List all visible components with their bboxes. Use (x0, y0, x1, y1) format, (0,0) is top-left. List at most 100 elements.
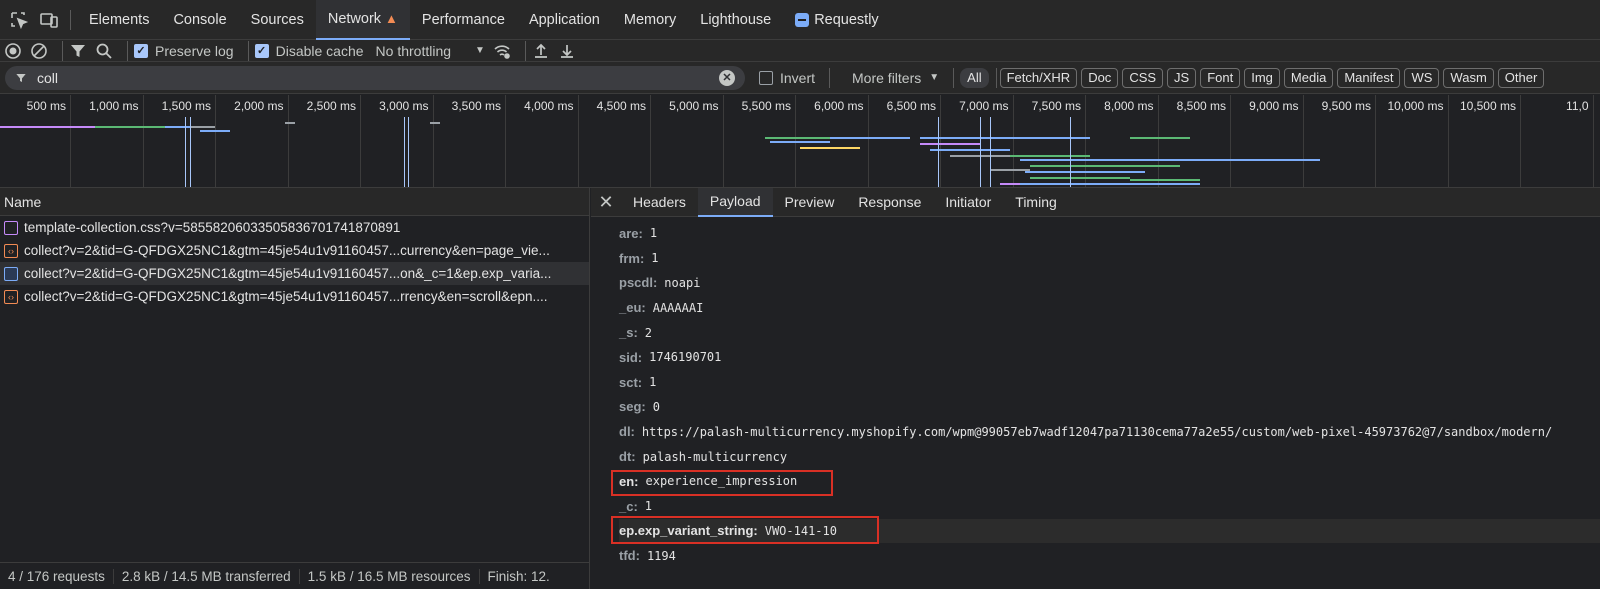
filter-input[interactable]: coll ✕ (5, 65, 745, 90)
timeline-label: 10,000 ms (1387, 99, 1444, 113)
tab-preview[interactable]: Preview (773, 188, 847, 217)
tab-headers[interactable]: Headers (621, 188, 698, 217)
filter-icon (16, 73, 26, 82)
timeline-label: 4,500 ms (596, 99, 646, 113)
payload-row: tfd: 1194 (619, 543, 1600, 568)
request-name: collect?v=2&tid=G-QFDGX25NC1&gtm=45je54u… (24, 266, 552, 281)
tab-console[interactable]: Console (161, 0, 238, 40)
filter-chip-all[interactable]: All (960, 67, 989, 88)
payload-row: are: 1 (619, 221, 1600, 246)
tab-elements[interactable]: Elements (77, 0, 161, 40)
invert-checkbox[interactable]: Invert (759, 70, 815, 86)
clear-filter-icon[interactable]: ✕ (719, 69, 735, 86)
tab-payload[interactable]: Payload (697, 187, 773, 217)
tab-timing[interactable]: Timing (1003, 188, 1069, 217)
divider (524, 40, 526, 61)
name-column-header[interactable]: Name (0, 188, 589, 216)
import-har-icon[interactable] (532, 42, 550, 60)
payload-value: 1 (644, 499, 653, 514)
divider (127, 40, 128, 61)
waterfall-bar (1020, 159, 1320, 161)
waterfall-bar (95, 126, 165, 128)
waterfall-bar (190, 126, 215, 128)
disable-cache-checkbox[interactable]: ✓ Disable cache (254, 42, 364, 59)
timeline-label: 500 ms (26, 99, 66, 113)
stylesheet-icon (4, 220, 18, 235)
tab-memory[interactable]: Memory (612, 0, 688, 40)
filter-chip-js[interactable]: JS (1167, 67, 1197, 88)
tab-response[interactable]: Response (846, 188, 933, 217)
filter-chip-media[interactable]: Media (1283, 67, 1334, 88)
request-row[interactable]: ‹› collect?v=2&tid=G-QFDGX25NC1&gtm=45je5… (0, 285, 589, 308)
search-icon[interactable] (95, 42, 113, 60)
request-name: collect?v=2&tid=G-QFDGX25NC1&gtm=45je54u… (24, 289, 548, 304)
payload-row: _s: 2 (619, 320, 1600, 345)
export-har-icon[interactable] (558, 42, 576, 60)
waterfall-bar (800, 147, 860, 149)
tab-requestly[interactable]: Requestly (783, 0, 890, 40)
payload-row: seg: 0 (619, 395, 1600, 420)
request-row[interactable]: template-collection.css?v=58558206033505… (0, 216, 589, 239)
waterfall-bar (1030, 165, 1180, 167)
tab-network[interactable]: Network ▲ (315, 0, 410, 40)
throttling-select[interactable]: No throttling ▼ (376, 43, 485, 59)
tab-sources[interactable]: Sources (239, 0, 316, 40)
payload-key: sct: (619, 374, 643, 390)
request-row[interactable]: collect?v=2&tid=G-QFDGX25NC1&gtm=45je54u… (0, 262, 589, 285)
preserve-log-checkbox[interactable]: ✓ Preserve log (134, 43, 234, 59)
divider (995, 67, 997, 88)
payload-row: dl: https://palash-multicurrency.myshopif… (619, 419, 1600, 444)
detail-tab-bar: ✕ Headers Payload Preview Response Initi… (591, 187, 1600, 217)
fetch-icon: ‹› (4, 243, 18, 258)
payload-key: seg: (619, 399, 646, 415)
timeline-label: 9,000 ms (1249, 99, 1299, 113)
clear-button[interactable] (30, 42, 48, 60)
timeline-marker (990, 117, 991, 187)
timeline-marker (1070, 117, 1071, 187)
filter-chip-ws[interactable]: WS (1404, 67, 1440, 88)
close-icon[interactable]: ✕ (591, 192, 621, 213)
filter-chip-fetch-xhr[interactable]: Fetch/XHR (999, 67, 1078, 88)
waterfall-bar (830, 137, 910, 139)
tab-lighthouse[interactable]: Lighthouse (688, 0, 783, 40)
filter-chip-manifest[interactable]: Manifest (1337, 67, 1401, 88)
device-toolbar-icon[interactable] (34, 5, 64, 35)
filter-chip-font[interactable]: Font (1200, 67, 1241, 88)
tab-application[interactable]: Application (517, 0, 612, 40)
highlight-box-en (611, 470, 833, 496)
filter-chip-doc[interactable]: Doc (1081, 67, 1119, 88)
record-button[interactable] (4, 42, 22, 60)
payload-row: frm: 1 (619, 246, 1600, 271)
filter-input-value: coll (37, 69, 59, 86)
timeline-marker (938, 117, 939, 187)
check-icon: ✓ (134, 43, 148, 58)
filter-icon[interactable] (69, 42, 87, 60)
timeline-label: 1,500 ms (161, 99, 211, 113)
tab-initiator[interactable]: Initiator (933, 188, 1003, 217)
status-bar: 4 / 176 requests 2.8 kB / 14.5 MB transf… (0, 562, 590, 589)
more-filters-dropdown[interactable]: More filters ▼ (852, 70, 939, 86)
payload-key: dl: (619, 424, 635, 440)
timeline-overview[interactable]: 500 ms 1,000 ms 1,500 ms 2,000 ms 2,500 ms 3,… (0, 95, 1600, 188)
payload-value: 1 (649, 375, 657, 390)
waterfall-bar (920, 143, 980, 145)
payload-value: 1746190701 (649, 350, 722, 365)
request-name: template-collection.css?v=58558206033505… (24, 220, 401, 235)
invert-label: Invert (780, 69, 816, 86)
tab-performance[interactable]: Performance (410, 0, 517, 40)
timeline-label: 2,000 ms (234, 99, 284, 113)
filter-chip-wasm[interactable]: Wasm (1443, 67, 1494, 88)
request-row[interactable]: ‹› collect?v=2&tid=G-QFDGX25NC1&gtm=45je5… (0, 239, 589, 262)
filter-bar: coll ✕ Invert More filters ▼ All Fetch/X… (0, 62, 1600, 94)
disable-cache-label: Disable cache (275, 42, 364, 59)
timeline-marker (408, 117, 409, 187)
waterfall-bar (1130, 137, 1190, 139)
filter-chip-css[interactable]: CSS (1122, 67, 1164, 88)
filter-chip-other[interactable]: Other (1497, 67, 1545, 88)
filter-chip-img[interactable]: Img (1244, 67, 1280, 88)
network-conditions-icon[interactable] (493, 42, 511, 60)
inspect-element-icon[interactable] (4, 5, 34, 35)
fetch-icon: ‹› (4, 289, 18, 304)
timeline-label: 7,000 ms (959, 99, 1009, 113)
timeline-label: 5,000 ms (669, 99, 719, 113)
